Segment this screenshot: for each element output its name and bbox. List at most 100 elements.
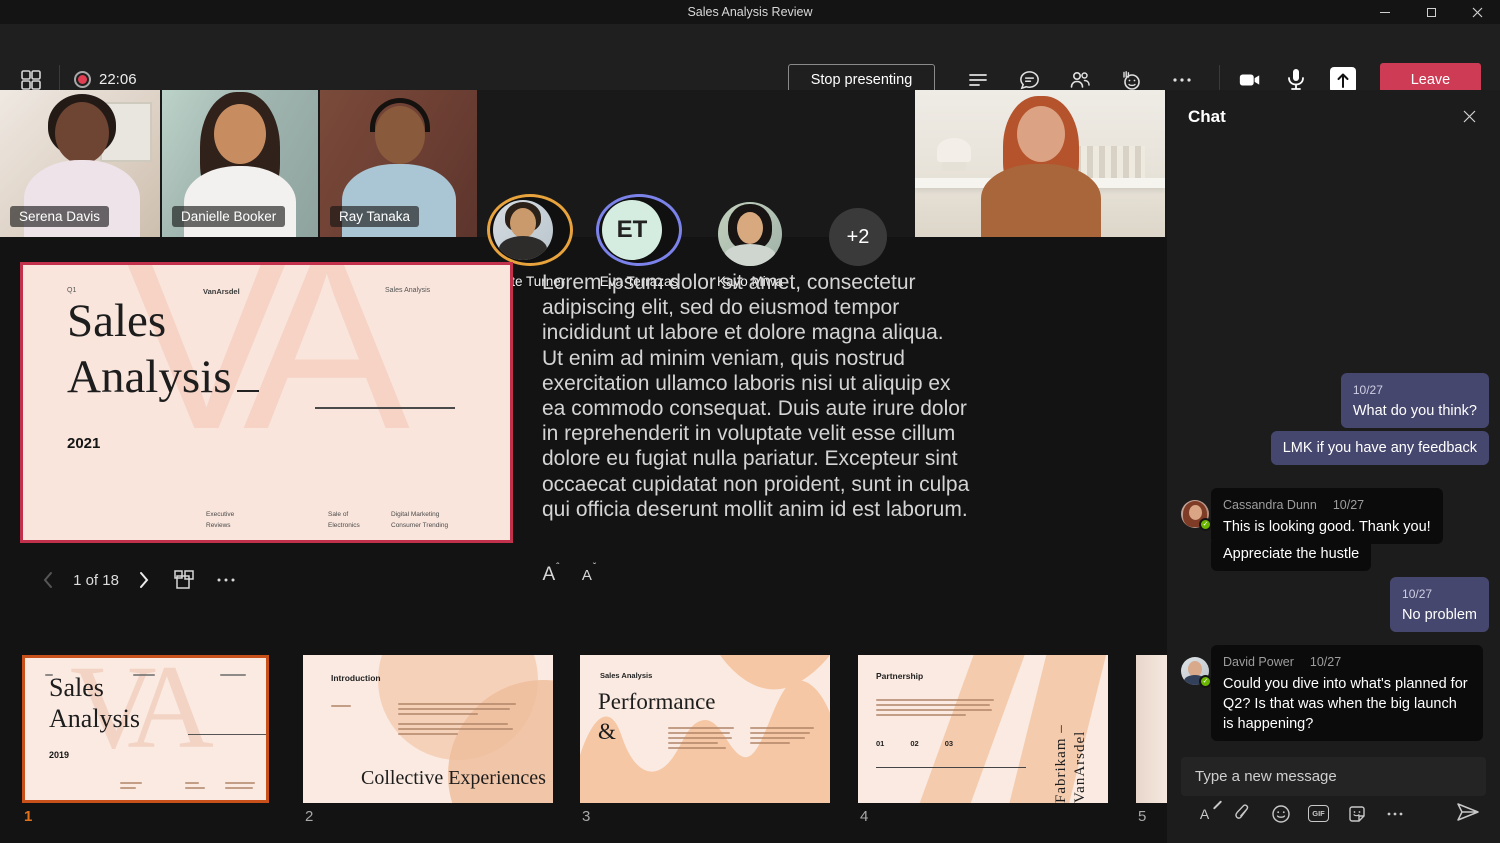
video-tile-danielle-booker[interactable]: Danielle Booker [162, 90, 318, 237]
microphone-button[interactable] [1284, 68, 1308, 92]
teams-meeting-window: Sales Analysis Review 22:06 Stop present… [0, 0, 1500, 843]
composer-toolbar: A GIF [1193, 802, 1406, 825]
video-tile-active-speaker[interactable] [915, 90, 1165, 237]
minimize-icon [1380, 12, 1390, 13]
close-icon [1472, 7, 1483, 18]
participant-name-label: Danielle Booker [172, 206, 285, 227]
thumb-steps: 01 02 03 [876, 739, 953, 748]
slide-footer-col: ExecutiveReviews [206, 509, 234, 531]
chat-panel: Chat 10/27 What do you think? LMK if you… [1167, 90, 1500, 843]
thumb-heading: Sales Analysis [600, 671, 652, 680]
slide-footer-col: Sale ofElectronics [328, 509, 360, 531]
close-icon [1463, 110, 1476, 123]
toolbar-icon-group [966, 68, 1194, 92]
recording-icon [74, 71, 91, 88]
chat-bubble-icon [1018, 69, 1041, 92]
previous-slide-button[interactable] [36, 564, 60, 596]
message-text: No problem [1402, 605, 1477, 625]
message-time: 10/27 [1353, 380, 1477, 400]
increase-font-button[interactable]: Aˆ [536, 564, 566, 596]
chat-message-received[interactable]: Cassandra Dunn 10/27 This is looking goo… [1211, 488, 1443, 544]
grid-layout-icon [20, 69, 42, 91]
minimize-button[interactable] [1362, 0, 1408, 24]
thumb-number: 5 [1138, 808, 1146, 825]
thumb-number: 4 [860, 808, 868, 825]
slide-pagination: 1 of 18 [68, 564, 124, 596]
gif-button[interactable]: GIF [1307, 802, 1330, 825]
thumb-title: SalesAnalysis [49, 672, 140, 734]
message-meta: David Power 10/27 [1223, 652, 1471, 672]
emoji-icon [1271, 804, 1291, 824]
send-message-button[interactable] [1456, 802, 1480, 822]
reactions-button[interactable] [1119, 68, 1143, 92]
emoji-button[interactable] [1269, 802, 1292, 825]
next-slide-button[interactable] [132, 564, 156, 596]
chat-avatar-cassandra-dunn: ✓ [1181, 500, 1209, 528]
chat-close-button[interactable] [1463, 110, 1476, 123]
title-bar: Sales Analysis Review [0, 0, 1500, 24]
chat-toggle-button[interactable] [1017, 68, 1041, 92]
chat-message-received[interactable]: Appreciate the hustle [1211, 537, 1371, 571]
thumbnail-slide-2[interactable]: Introduction Collective Experiences [303, 655, 553, 803]
send-icon [1456, 802, 1480, 822]
more-dots-icon [1171, 69, 1193, 91]
presented-slide[interactable]: VA Q1 VanArsdel Sales Analysis Sales Ana… [20, 262, 513, 543]
gallery-layout-button[interactable] [20, 69, 42, 91]
video-tile-serena-davis[interactable]: Serena Davis [0, 90, 160, 237]
decrease-font-button[interactable]: Aˇ [574, 564, 604, 596]
chat-message-sent[interactable]: LMK if you have any feedback [1271, 431, 1489, 465]
slide-grid-view-button[interactable] [172, 564, 198, 596]
avatar-initials: ET [602, 200, 662, 260]
slide-notes-text: Lorem ipsum dolor sit amet, consectetur … [542, 270, 970, 522]
slide-year: 2021 [67, 435, 100, 452]
thumb-year: 2019 [49, 750, 69, 760]
window-title: Sales Analysis Review [687, 5, 812, 19]
attach-button[interactable] [1231, 802, 1254, 825]
overflow-count-badge: +2 [829, 208, 887, 266]
meeting-details-button[interactable] [966, 68, 990, 92]
thumb-text-placeholder [876, 699, 996, 719]
format-button[interactable]: A [1193, 802, 1216, 825]
share-arrow-icon [1336, 72, 1350, 88]
chat-message-received[interactable]: David Power 10/27 Could you dive into wh… [1211, 645, 1483, 741]
chat-message-sent[interactable]: 10/27 No problem [1390, 577, 1489, 632]
thumb-number: 2 [305, 808, 313, 825]
chat-message-input[interactable] [1181, 757, 1486, 796]
slide-more-options-button[interactable] [212, 564, 240, 596]
chat-message-sent[interactable]: 10/27 What do you think? [1341, 373, 1489, 428]
thumbnail-slide-3[interactable]: Sales Analysis Performance& [580, 655, 830, 803]
more-actions-button[interactable] [1170, 68, 1194, 92]
overflow-participants[interactable]: +2 [826, 208, 890, 266]
thumb-text-placeholder [668, 727, 736, 752]
lines-icon [967, 69, 989, 91]
maximize-button[interactable] [1408, 0, 1454, 24]
more-dots-icon [1386, 805, 1404, 823]
avatar-ring [487, 194, 573, 266]
avatar-photo [718, 202, 782, 266]
title-underscore [237, 390, 259, 392]
thumbnail-slide-5[interactable] [1136, 655, 1167, 803]
thumbnail-slide-4[interactable]: Partnership 01 02 03 Fabrikam – VanArsde… [858, 655, 1108, 803]
background-lamp [937, 138, 971, 162]
avatar-photo [493, 200, 553, 260]
participants-button[interactable] [1068, 68, 1092, 92]
format-pen-icon [1213, 800, 1222, 809]
slide-navigation: 1 of 18 Aˆ Aˇ [0, 564, 700, 596]
maximize-icon [1427, 8, 1436, 17]
meeting-timer: 22:06 [99, 71, 137, 88]
window-controls [1362, 0, 1500, 24]
message-time: 10/27 [1310, 652, 1341, 672]
sticker-button[interactable] [1345, 802, 1368, 825]
message-time: 10/27 [1333, 495, 1364, 515]
thumb-rule-line [876, 767, 1026, 768]
avatar-ring: ET [596, 194, 682, 266]
participant-name-label: Ray Tanaka [330, 206, 419, 227]
chat-avatar-david-power: ✓ [1181, 657, 1209, 685]
camera-button[interactable] [1238, 68, 1262, 92]
video-tile-ray-tanaka[interactable]: Ray Tanaka [320, 90, 477, 237]
slide-header-right: Sales Analysis [385, 287, 430, 294]
thumbnail-slide-1[interactable]: VA SalesAnalysis 2019 [22, 655, 269, 803]
close-button[interactable] [1454, 0, 1500, 24]
message-time: 10/27 [1402, 584, 1477, 604]
composer-more-button[interactable] [1383, 802, 1406, 825]
